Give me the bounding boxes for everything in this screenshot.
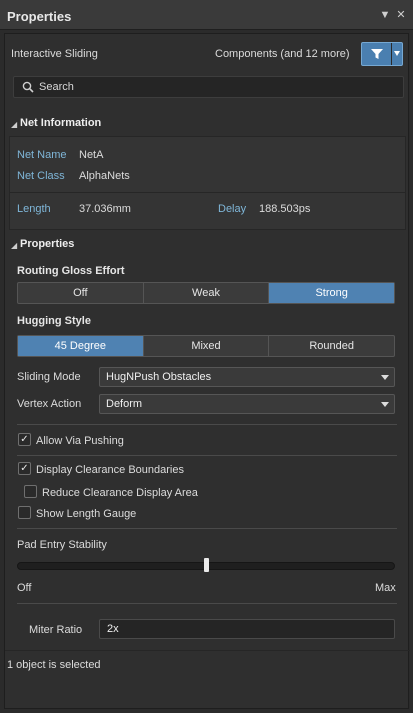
reduce-clearance-checkbox[interactable] bbox=[24, 485, 37, 498]
delay-label: Delay bbox=[218, 203, 247, 215]
search-placeholder: Search bbox=[39, 81, 74, 93]
slider-max-label: Max bbox=[375, 582, 396, 594]
divider bbox=[17, 424, 397, 425]
hugging-style-label: Hugging Style bbox=[17, 315, 91, 327]
vertex-action-label: Vertex Action bbox=[17, 398, 82, 410]
show-length-gauge-label: Show Length Gauge bbox=[36, 508, 137, 520]
sliding-mode-label: Sliding Mode bbox=[17, 371, 81, 383]
hugging-45-degree-option[interactable]: 45 Degree bbox=[18, 336, 144, 356]
properties-header[interactable]: ◢ Properties bbox=[5, 235, 410, 257]
routing-gloss-off-option[interactable]: Off bbox=[18, 283, 144, 303]
collapse-triangle-icon[interactable]: ◢ bbox=[11, 120, 17, 129]
divider bbox=[17, 455, 397, 456]
miter-ratio-label: Miter Ratio bbox=[29, 624, 83, 636]
chevron-down-icon bbox=[381, 375, 389, 380]
routing-gloss-label: Routing Gloss Effort bbox=[17, 265, 125, 277]
miter-ratio-value: 2x bbox=[107, 623, 119, 635]
divider bbox=[17, 528, 397, 529]
divider bbox=[17, 603, 397, 604]
status-text: 1 object is selected bbox=[7, 659, 101, 671]
filter-dropdown-arrow-icon[interactable] bbox=[394, 51, 400, 56]
mode-label: Interactive Sliding bbox=[11, 48, 98, 60]
routing-gloss-strong-option[interactable]: Strong bbox=[269, 283, 395, 303]
net-name-label: Net Name bbox=[17, 149, 67, 161]
panel-menu-icon[interactable]: ▼ bbox=[378, 8, 392, 22]
pad-entry-stability-label: Pad Entry Stability bbox=[17, 539, 107, 551]
pad-entry-slider-thumb[interactable] bbox=[204, 558, 209, 572]
sliding-mode-value: HugNPush Obstacles bbox=[106, 371, 212, 383]
slider-min-label: Off bbox=[17, 582, 32, 594]
net-info-divider bbox=[10, 192, 405, 193]
filter-button[interactable] bbox=[361, 42, 403, 66]
vertex-action-select[interactable]: Deform bbox=[99, 394, 395, 414]
routing-gloss-weak-option[interactable]: Weak bbox=[144, 283, 270, 303]
length-value: 37.036mm bbox=[79, 203, 131, 215]
hugging-style-selector: 45 Degree Mixed Rounded bbox=[17, 335, 395, 357]
collapse-triangle-icon[interactable]: ◢ bbox=[11, 241, 17, 250]
search-icon bbox=[22, 81, 34, 93]
vertex-action-value: Deform bbox=[106, 398, 143, 410]
display-clearance-label: Display Clearance Boundaries bbox=[36, 464, 184, 476]
net-name-value: NetA bbox=[79, 149, 104, 161]
panel-title: Properties bbox=[7, 9, 72, 24]
chevron-down-icon bbox=[381, 402, 389, 407]
allow-via-pushing-checkbox[interactable]: ✓ bbox=[18, 433, 31, 446]
reduce-clearance-label: Reduce Clearance Display Area bbox=[42, 487, 198, 499]
show-length-gauge-checkbox[interactable] bbox=[18, 506, 31, 519]
display-clearance-checkbox[interactable]: ✓ bbox=[18, 462, 31, 475]
length-label: Length bbox=[17, 203, 51, 215]
allow-via-pushing-label: Allow Via Pushing bbox=[36, 435, 124, 447]
net-info-box: Net Name NetA Net Class AlphaNets Length… bbox=[9, 136, 406, 230]
filter-label[interactable]: Components (and 12 more) bbox=[215, 48, 350, 60]
miter-ratio-input[interactable]: 2x bbox=[99, 619, 395, 639]
hugging-mixed-option[interactable]: Mixed bbox=[144, 336, 270, 356]
divider bbox=[5, 650, 410, 651]
properties-panel: Interactive Sliding Components (and 12 m… bbox=[4, 33, 410, 709]
filter-icon bbox=[371, 49, 383, 59]
net-class-label: Net Class bbox=[17, 170, 65, 182]
net-info-header[interactable]: ◢ Net Information bbox=[5, 114, 410, 136]
net-class-value: AlphaNets bbox=[79, 170, 130, 182]
panel-titlebar: Properties ▼ ✕ bbox=[0, 0, 413, 30]
routing-gloss-selector: Off Weak Strong bbox=[17, 282, 395, 304]
sliding-mode-select[interactable]: HugNPush Obstacles bbox=[99, 367, 395, 387]
close-icon[interactable]: ✕ bbox=[394, 8, 408, 22]
delay-value: 188.503ps bbox=[259, 203, 311, 215]
search-input[interactable]: Search bbox=[13, 76, 404, 98]
hugging-rounded-option[interactable]: Rounded bbox=[269, 336, 394, 356]
